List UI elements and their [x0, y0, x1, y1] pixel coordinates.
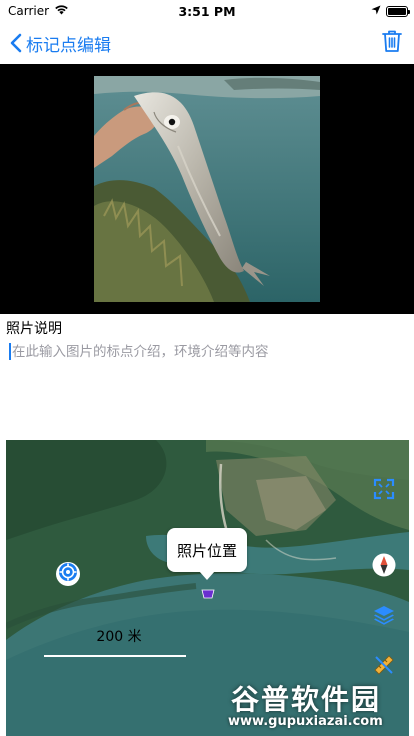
delete-button[interactable] — [382, 29, 402, 57]
carrier-label: Carrier — [8, 4, 50, 18]
text-cursor — [9, 343, 11, 360]
crosshair-icon — [58, 562, 78, 586]
status-left: Carrier — [8, 4, 69, 18]
ruler-button[interactable] — [371, 654, 397, 680]
status-bar: Carrier 3:51 PM — [0, 0, 414, 22]
description-title: 照片说明 — [6, 321, 62, 337]
location-arrow-icon — [371, 4, 381, 18]
photo-location-pin[interactable] — [201, 584, 215, 599]
marker-edit-screen: Carrier 3:51 PM 标记点编辑 照片说明 在此输入图片的标点介绍，环… — [0, 0, 414, 736]
battery-icon — [386, 5, 410, 17]
ruler-icon — [372, 653, 396, 681]
compass-icon — [372, 553, 396, 581]
trash-icon — [382, 30, 402, 57]
wifi-icon — [54, 4, 69, 18]
layers-button[interactable] — [371, 604, 397, 630]
my-location-button[interactable] — [56, 562, 80, 586]
navigation-bar: 标记点编辑 — [0, 22, 414, 64]
layers-icon — [373, 604, 395, 630]
photo-location-callout: 照片位置 — [167, 528, 247, 580]
chevron-left-icon — [10, 33, 22, 53]
fullscreen-icon — [373, 478, 395, 504]
compass-button[interactable] — [371, 553, 397, 581]
battery-level — [388, 7, 406, 15]
photo-container — [0, 64, 414, 314]
page-title: 标记点编辑 — [26, 35, 111, 56]
satellite-map[interactable]: 照片位置 200 米 谷普软件园 www.gupuxiazai.com — [6, 440, 409, 736]
description-input[interactable] — [6, 338, 406, 428]
fullscreen-button[interactable] — [371, 478, 397, 504]
status-right — [371, 4, 410, 18]
callout-label: 照片位置 — [176, 541, 237, 560]
back-button[interactable]: 标记点编辑 — [10, 31, 111, 56]
scale-bar — [44, 655, 186, 657]
fish-photo[interactable] — [94, 76, 320, 302]
scale-label: 200 米 — [96, 629, 142, 645]
